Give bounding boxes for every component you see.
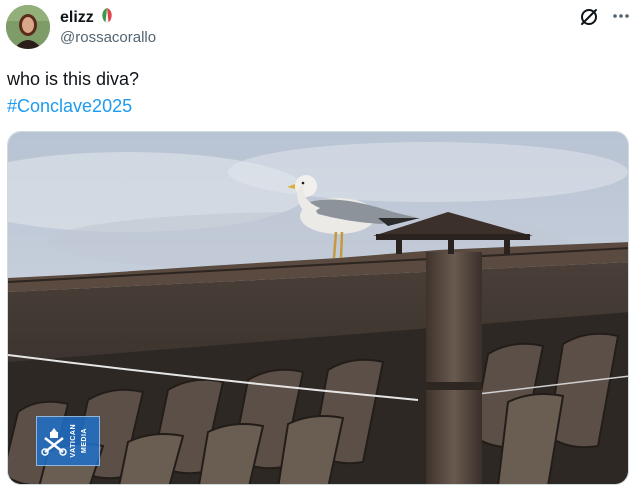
- watermark-media: MEDIA: [81, 428, 88, 454]
- display-name[interactable]: elizz: [60, 6, 115, 29]
- grok-icon[interactable]: [578, 6, 600, 28]
- tweet-text: who is this diva? #Conclave2025: [7, 66, 139, 120]
- more-icon[interactable]: [610, 6, 632, 26]
- tweet-body: who is this diva?: [7, 69, 140, 89]
- vatican-media-logo: VATICAN MEDIA: [36, 416, 100, 466]
- handle[interactable]: @rossacorallo: [60, 29, 156, 46]
- display-name-text: elizz: [60, 8, 94, 26]
- hashtag-link[interactable]: #Conclave2025: [7, 93, 139, 120]
- crossed-keys-icon: [41, 428, 67, 456]
- tweet-image[interactable]: VATICAN MEDIA: [7, 131, 629, 485]
- watermark-vatican: VATICAN: [70, 424, 77, 458]
- avatar[interactable]: [6, 5, 50, 49]
- italian-flag-icon: [99, 6, 115, 29]
